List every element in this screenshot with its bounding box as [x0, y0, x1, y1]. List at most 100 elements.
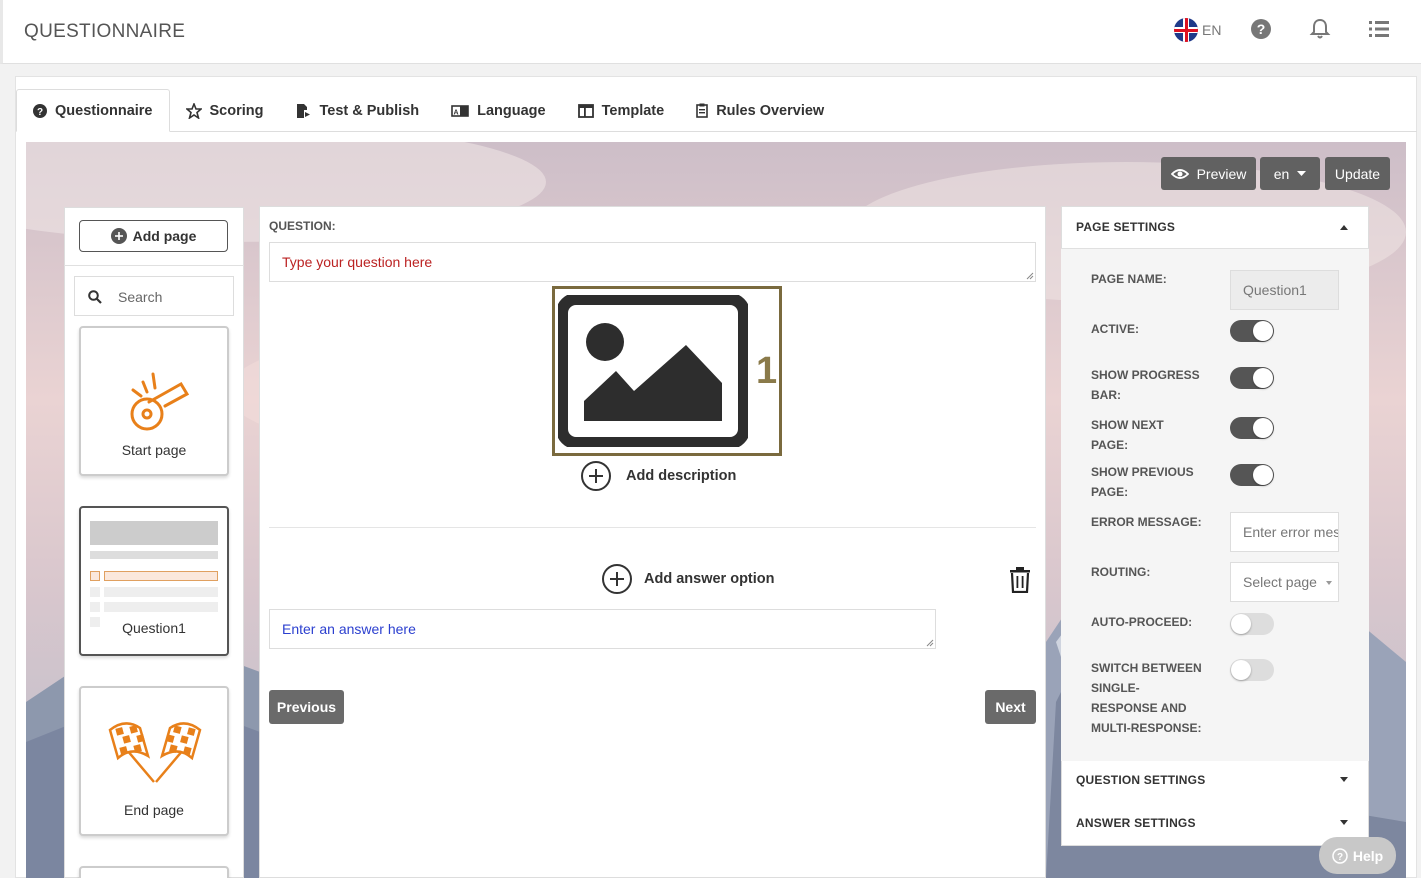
chevron-down-icon — [1326, 581, 1332, 585]
resize-handle-icon[interactable] — [926, 639, 934, 647]
page-card-question1[interactable]: Question1 — [79, 506, 229, 656]
tab-rules-overview[interactable]: Rules Overview — [680, 89, 840, 132]
question-input[interactable]: Type your question here — [269, 242, 1036, 282]
thumbnail-checkbox — [90, 602, 100, 612]
help-circle-icon[interactable]: ? — [1250, 18, 1272, 40]
page-settings-header[interactable]: PAGE SETTINGS — [1076, 220, 1175, 234]
help-button[interactable]: ? Help — [1319, 837, 1396, 874]
tab-label: Test & Publish — [319, 102, 420, 119]
show-previous-page-label: SHOW PREVIOUS PAGE: — [1091, 465, 1194, 499]
tab-label: Scoring — [209, 102, 264, 119]
bell-icon[interactable] — [1309, 18, 1331, 40]
list-icon[interactable] — [1368, 18, 1390, 40]
page-search-input[interactable]: Search — [74, 276, 234, 316]
tab-scoring[interactable]: Scoring — [170, 89, 280, 132]
page-name-label: PAGE NAME: — [1091, 272, 1167, 286]
image-placeholder-icon — [558, 295, 748, 447]
template-icon — [577, 103, 594, 118]
editor-divider — [269, 527, 1036, 528]
active-toggle[interactable] — [1230, 320, 1274, 342]
star-icon — [185, 102, 202, 119]
add-page-label: Add page — [132, 228, 197, 244]
active-label: ACTIVE: — [1091, 322, 1139, 336]
auto-proceed-toggle[interactable] — [1230, 613, 1274, 635]
question-circle-icon: ? — [33, 103, 47, 118]
thumbnail-checkbox — [90, 571, 100, 581]
svg-text:?: ? — [1337, 852, 1343, 863]
question-settings-header[interactable]: QUESTION SETTINGS — [1076, 773, 1205, 787]
eye-icon — [1170, 168, 1189, 179]
page-card-end[interactable]: End page — [79, 686, 229, 836]
trash-icon[interactable] — [1009, 567, 1031, 593]
tab-questionnaire[interactable]: ? Questionnaire — [16, 89, 170, 132]
add-answer-option-button[interactable]: Add answer option — [602, 564, 775, 594]
tab-template[interactable]: Template — [562, 89, 681, 132]
flag-uk-icon — [1174, 18, 1198, 42]
question-image[interactable] — [552, 286, 782, 456]
error-message-label: ERROR MESSAGE: — [1091, 515, 1202, 529]
language-select-value: en — [1273, 165, 1290, 182]
resize-handle-icon[interactable] — [1026, 272, 1034, 280]
switch-response-toggle[interactable] — [1230, 659, 1274, 681]
thumbnail-checkbox — [90, 587, 100, 597]
tab-label: Questionnaire — [55, 102, 153, 119]
tab-test-publish[interactable]: Test & Publish — [279, 89, 435, 132]
publish-icon — [297, 103, 311, 118]
thumbnail-line — [90, 551, 218, 559]
next-button[interactable]: Next — [985, 690, 1036, 724]
image-number: 1 — [756, 350, 778, 392]
thumbnail-answer — [104, 571, 218, 581]
answer-input[interactable]: Enter an answer here — [269, 609, 936, 649]
show-previous-page-toggle[interactable] — [1230, 464, 1274, 486]
language-code: EN — [1202, 22, 1222, 38]
checkered-flags-icon — [108, 722, 202, 783]
svg-text:?: ? — [1257, 21, 1266, 37]
page-card-partial[interactable] — [79, 866, 229, 878]
add-answer-option-label: Add answer option — [644, 571, 775, 587]
tab-bar: ? Questionnaire Scoring Test & Publish A… — [16, 89, 840, 132]
sidebar-divider — [64, 265, 244, 266]
chevron-down-icon[interactable] — [1340, 820, 1348, 825]
chevron-up-icon[interactable] — [1340, 225, 1348, 230]
show-next-page-toggle[interactable] — [1230, 417, 1274, 439]
page-name-field[interactable]: Question1 — [1230, 270, 1339, 310]
page-card-start[interactable]: Start page — [79, 326, 229, 476]
help-label: Help — [1352, 847, 1384, 864]
routing-label: ROUTING: — [1091, 565, 1151, 579]
thumbnail-answer — [104, 587, 218, 597]
preview-button[interactable]: Preview — [1161, 157, 1256, 190]
thumbnail-header-bar — [90, 521, 218, 545]
show-next-page-label: SHOW NEXT PAGE: — [1091, 418, 1164, 452]
routing-select[interactable]: Select page — [1230, 562, 1339, 602]
show-progress-bar-toggle[interactable] — [1230, 367, 1274, 389]
question-label: QUESTION: — [269, 219, 336, 233]
show-progress-bar-label: SHOW PROGRESS BAR: — [1091, 368, 1200, 402]
preview-label: Preview — [1196, 165, 1247, 182]
answer-settings-header[interactable]: ANSWER SETTINGS — [1076, 816, 1196, 830]
language-icon: A — [451, 104, 469, 117]
plus-circle-icon — [110, 228, 127, 244]
language-switcher[interactable]: EN — [1174, 18, 1221, 42]
plus-circle-icon — [602, 564, 632, 594]
svg-text:?: ? — [37, 107, 43, 118]
page-card-label: End page — [124, 802, 184, 818]
thumbnail-answer — [104, 602, 218, 612]
add-description-label: Add description — [626, 468, 737, 484]
tab-language[interactable]: A Language — [435, 89, 561, 132]
auto-proceed-label: AUTO-PROCEED: — [1091, 615, 1193, 629]
chevron-down-icon[interactable] — [1340, 777, 1348, 782]
whistle-icon — [130, 372, 190, 431]
svg-text:A: A — [454, 109, 459, 116]
add-page-button[interactable]: Add page — [79, 220, 228, 252]
previous-button[interactable]: Previous — [269, 690, 344, 724]
switch-response-label: SWITCH BETWEEN SINGLE-RESPONSE AND MULTI… — [1091, 661, 1202, 735]
language-select[interactable]: en — [1260, 157, 1320, 190]
update-label: Update — [1334, 165, 1381, 182]
plus-circle-icon — [581, 461, 611, 491]
error-message-input[interactable]: Enter error message — [1230, 512, 1339, 552]
clipboard-icon — [696, 103, 709, 118]
update-button[interactable]: Update — [1325, 157, 1390, 190]
add-description-button[interactable]: Add description — [581, 461, 736, 491]
tab-label: Language — [477, 102, 546, 119]
tab-label: Rules Overview — [716, 102, 825, 119]
